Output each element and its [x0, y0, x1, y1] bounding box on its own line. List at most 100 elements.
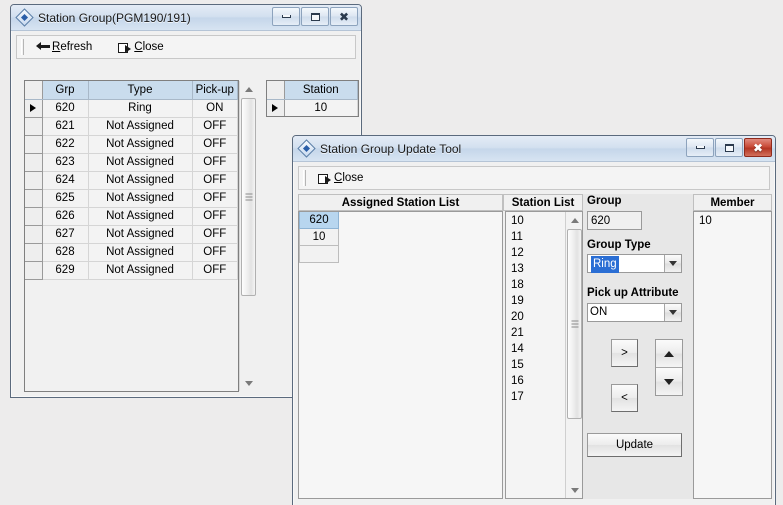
list-item[interactable]: 12: [508, 245, 527, 261]
list-item[interactable]: 21: [508, 325, 527, 341]
row-selector[interactable]: [25, 261, 43, 280]
window1-titlebar[interactable]: Station Group(PGM190/191) ✖: [11, 5, 361, 31]
scroll-thumb[interactable]: [241, 98, 256, 296]
cell-station[interactable]: 10: [284, 99, 358, 116]
group-type-dropdown-arrow[interactable]: [664, 255, 681, 272]
cell-pickup[interactable]: ON: [192, 99, 238, 118]
cell-pickup[interactable]: OFF: [192, 135, 238, 154]
move-up-button[interactable]: [656, 340, 682, 367]
cell-grp[interactable]: 629: [42, 261, 89, 280]
update-button[interactable]: Update: [587, 433, 682, 457]
window2-titlebar[interactable]: Station Group Update Tool ✖: [293, 136, 775, 162]
list-item[interactable]: 13: [508, 261, 527, 277]
list-item[interactable]: 17: [508, 389, 527, 405]
cell-type[interactable]: Not Assigned: [88, 189, 193, 208]
cell-grp[interactable]: 627: [42, 225, 89, 244]
minimize-button[interactable]: [686, 138, 714, 157]
cell-pickup[interactable]: OFF: [192, 171, 238, 190]
move-down-button[interactable]: [656, 367, 682, 395]
station-grid[interactable]: Station 10: [266, 80, 359, 117]
cell-grp[interactable]: 622: [42, 135, 89, 154]
row-selector[interactable]: [25, 135, 43, 154]
table-row[interactable]: 621 Not Assigned OFF: [25, 117, 238, 136]
scroll-thumb[interactable]: [567, 229, 582, 419]
table-row[interactable]: 10: [267, 99, 358, 116]
group-grid-col-grp[interactable]: Grp: [42, 81, 89, 100]
cell-grp[interactable]: 625: [42, 189, 89, 208]
cell-type[interactable]: Ring: [88, 99, 193, 118]
cell-type[interactable]: Not Assigned: [88, 135, 193, 154]
row-selector[interactable]: [25, 189, 43, 208]
list-item[interactable]: 18: [508, 277, 527, 293]
station-list[interactable]: 10 11 12 13 18 19 20 21 14 15 16 17: [505, 211, 583, 499]
add-station-button[interactable]: >: [611, 339, 638, 367]
row-selector[interactable]: [25, 117, 43, 136]
list-item[interactable]: 620: [299, 212, 339, 229]
table-row[interactable]: 629 Not Assigned OFF: [25, 261, 238, 280]
remove-station-button[interactable]: <: [611, 384, 638, 412]
station-grid-col-station[interactable]: Station: [284, 81, 358, 100]
table-row[interactable]: 626 Not Assigned OFF: [25, 207, 238, 226]
station-list-scrollbar[interactable]: [565, 212, 582, 498]
group-grid-col-type[interactable]: Type: [88, 81, 193, 100]
minimize-button[interactable]: [272, 7, 300, 26]
cell-pickup[interactable]: OFF: [192, 189, 238, 208]
list-item[interactable]: 10: [299, 229, 339, 246]
group-grid-col-pickup[interactable]: Pick-up: [192, 81, 238, 100]
cell-type[interactable]: Not Assigned: [88, 117, 193, 136]
maximize-button[interactable]: [715, 138, 743, 157]
row-selector[interactable]: [25, 99, 43, 118]
pickup-attribute-dropdown-arrow[interactable]: [664, 304, 681, 321]
toolbar-grip[interactable]: [21, 39, 24, 55]
list-item[interactable]: 10: [696, 213, 715, 229]
cell-pickup[interactable]: OFF: [192, 261, 238, 280]
scroll-up-button[interactable]: [566, 212, 582, 228]
table-row[interactable]: 628 Not Assigned OFF: [25, 243, 238, 262]
close-button[interactable]: ✖: [330, 7, 358, 26]
cell-pickup[interactable]: OFF: [192, 225, 238, 244]
cell-grp[interactable]: 623: [42, 153, 89, 172]
cell-grp[interactable]: 624: [42, 171, 89, 190]
close-toolbar-button[interactable]: Close: [112, 37, 169, 57]
list-item[interactable]: [299, 246, 339, 263]
cell-type[interactable]: Not Assigned: [88, 261, 193, 280]
group-grid[interactable]: Grp Type Pick-up 620 Ring ON 621 Not Assigne…: [24, 80, 239, 392]
refresh-button[interactable]: Refresh: [30, 37, 98, 57]
cell-type[interactable]: Not Assigned: [88, 153, 193, 172]
cell-grp[interactable]: 628: [42, 243, 89, 262]
cell-type[interactable]: Not Assigned: [88, 171, 193, 190]
cell-type[interactable]: Not Assigned: [88, 225, 193, 244]
scroll-down-button[interactable]: [566, 482, 582, 498]
scroll-up-button[interactable]: [240, 81, 257, 97]
list-item[interactable]: 20: [508, 309, 527, 325]
pickup-attribute-select[interactable]: ON: [587, 303, 682, 322]
table-row[interactable]: 620 Ring ON: [25, 99, 238, 118]
member-list[interactable]: 10: [693, 211, 772, 499]
table-row[interactable]: 624 Not Assigned OFF: [25, 171, 238, 190]
group-field[interactable]: 620: [587, 211, 642, 230]
cell-type[interactable]: Not Assigned: [88, 243, 193, 262]
close-toolbar-button[interactable]: Close: [312, 168, 369, 188]
cell-pickup[interactable]: OFF: [192, 153, 238, 172]
group-grid-scrollbar[interactable]: [239, 81, 256, 391]
maximize-button[interactable]: [301, 7, 329, 26]
table-row[interactable]: 625 Not Assigned OFF: [25, 189, 238, 208]
list-item[interactable]: 16: [508, 373, 527, 389]
table-row[interactable]: 623 Not Assigned OFF: [25, 153, 238, 172]
row-selector[interactable]: [25, 153, 43, 172]
row-selector[interactable]: [25, 207, 43, 226]
cell-grp[interactable]: 626: [42, 207, 89, 226]
list-item[interactable]: 15: [508, 357, 527, 373]
cell-pickup[interactable]: OFF: [192, 117, 238, 136]
row-selector[interactable]: [25, 171, 43, 190]
toolbar-grip[interactable]: [303, 170, 306, 186]
close-button[interactable]: ✖: [744, 138, 772, 157]
cell-pickup[interactable]: OFF: [192, 207, 238, 226]
row-selector[interactable]: [25, 243, 43, 262]
row-selector[interactable]: [25, 225, 43, 244]
scroll-down-button[interactable]: [240, 375, 257, 391]
list-item[interactable]: 19: [508, 293, 527, 309]
table-row[interactable]: 622 Not Assigned OFF: [25, 135, 238, 154]
list-item[interactable]: 10: [508, 213, 527, 229]
cell-type[interactable]: Not Assigned: [88, 207, 193, 226]
